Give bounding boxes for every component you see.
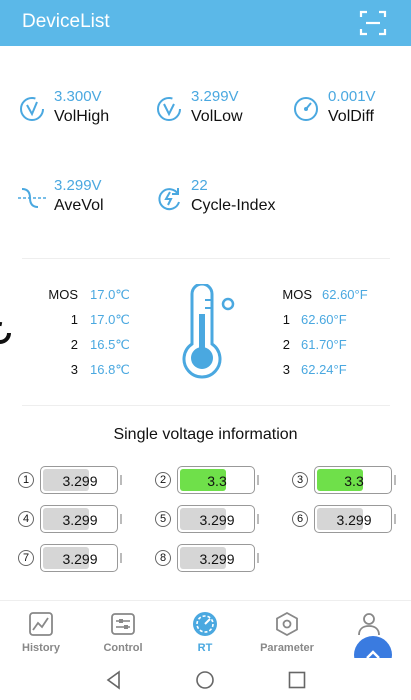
battery-bar: 3.299: [177, 544, 255, 572]
cell-value: 3.299: [199, 512, 235, 528]
history-chart-icon: [29, 612, 53, 636]
temp-value: 62.24°F: [301, 362, 347, 377]
refresh-icon[interactable]: [0, 320, 16, 346]
nav-parameter[interactable]: Parameter: [247, 611, 327, 654]
cell-number: 5: [155, 511, 171, 527]
stat-label: VolHigh: [54, 108, 110, 125]
battery-tip: [394, 475, 396, 485]
system-nav-bar: [0, 658, 411, 700]
cell-value: 3.3: [344, 473, 364, 489]
battery-tip: [257, 514, 259, 524]
home-icon[interactable]: [195, 670, 215, 690]
gauge-icon: [294, 97, 318, 121]
stat-label: Cycle-Index: [191, 197, 276, 214]
nav-label: RT: [197, 642, 213, 654]
cell-value: 3.299: [336, 512, 372, 528]
battery-tip: [120, 514, 122, 524]
temp-key: 2: [70, 337, 78, 352]
cell-value: 3.299: [199, 551, 235, 567]
stat-value: 3.300V: [54, 88, 102, 105]
stat-label: VolLow: [191, 108, 243, 125]
stat-value: 3.299V: [191, 88, 239, 105]
user-icon: [358, 613, 380, 636]
temp-value: 16.5℃: [90, 337, 130, 352]
temp-key: MOS: [282, 287, 312, 302]
parameter-hex-icon: [276, 611, 298, 637]
temp-key: 1: [282, 312, 290, 327]
voltage-high-icon: [20, 97, 44, 121]
temp-key: MOS: [48, 287, 78, 302]
bottom-nav: History Control RT Parameter: [0, 600, 411, 658]
battery-tip: [394, 514, 396, 524]
battery-tip: [257, 475, 259, 485]
cycle-icon: [158, 188, 180, 211]
thermometer-icon: [182, 284, 235, 379]
page-title: DeviceList: [22, 11, 110, 32]
stat-label: AveVol: [54, 197, 104, 214]
battery-bar: 3.299: [314, 505, 392, 533]
nav-control[interactable]: Control: [83, 611, 163, 654]
temp-value: 17.0℃: [90, 312, 130, 327]
temp-key: 2: [282, 337, 290, 352]
temp-value: 16.8℃: [90, 362, 130, 377]
temp-key: 3: [282, 362, 290, 377]
app-header: DeviceList: [0, 0, 411, 46]
nav-label: Control: [103, 642, 143, 654]
cell-value: 3.299: [62, 551, 98, 567]
divider: [22, 258, 390, 259]
nav-rt[interactable]: RT: [165, 611, 245, 654]
cell-value: 3.3: [207, 473, 227, 489]
nav-history[interactable]: History: [1, 611, 81, 654]
battery-tip: [257, 553, 259, 563]
battery-bar: 3.299: [40, 466, 118, 494]
nav-label: Parameter: [260, 642, 314, 654]
stat-label: VolDiff: [328, 108, 374, 125]
temp-value: 61.70°F: [301, 337, 347, 352]
temp-value: 62.60°F: [301, 312, 347, 327]
cell-number: 1: [18, 472, 34, 488]
cell-number: 4: [18, 511, 34, 527]
cell-number: 3: [292, 472, 308, 488]
cell-value: 3.299: [62, 512, 98, 528]
battery-bar: 3.3: [314, 466, 392, 494]
voltage-low-icon: [157, 97, 181, 121]
nav-label: History: [22, 642, 60, 654]
section-title: Single voltage information: [113, 426, 298, 443]
temp-value: 62.60°F: [322, 287, 368, 302]
cell-number: 8: [155, 550, 171, 566]
average-voltage-icon: [18, 188, 46, 208]
recents-icon[interactable]: [287, 670, 307, 690]
battery-bar: 3.3: [177, 466, 255, 494]
scan-icon[interactable]: [358, 8, 388, 38]
realtime-gauge-icon: [193, 612, 217, 636]
battery-bar: 3.299: [40, 505, 118, 533]
battery-bar: 3.299: [40, 544, 118, 572]
cell-number: 2: [155, 472, 171, 488]
stat-value: 3.299V: [54, 177, 102, 194]
cell-number: 6: [292, 511, 308, 527]
back-icon[interactable]: [104, 670, 124, 690]
battery-tip: [120, 553, 122, 563]
divider: [22, 405, 390, 406]
temp-key: 1: [70, 312, 78, 327]
stat-value: 0.001V: [328, 88, 376, 105]
cell-value: 3.299: [62, 473, 98, 489]
battery-bar: 3.299: [177, 505, 255, 533]
control-sliders-icon: [111, 613, 135, 635]
temp-key: 3: [70, 362, 78, 377]
cell-number: 7: [18, 550, 34, 566]
battery-tip: [120, 475, 122, 485]
stat-value: 22: [191, 177, 208, 194]
temp-value: 17.0℃: [90, 287, 130, 302]
